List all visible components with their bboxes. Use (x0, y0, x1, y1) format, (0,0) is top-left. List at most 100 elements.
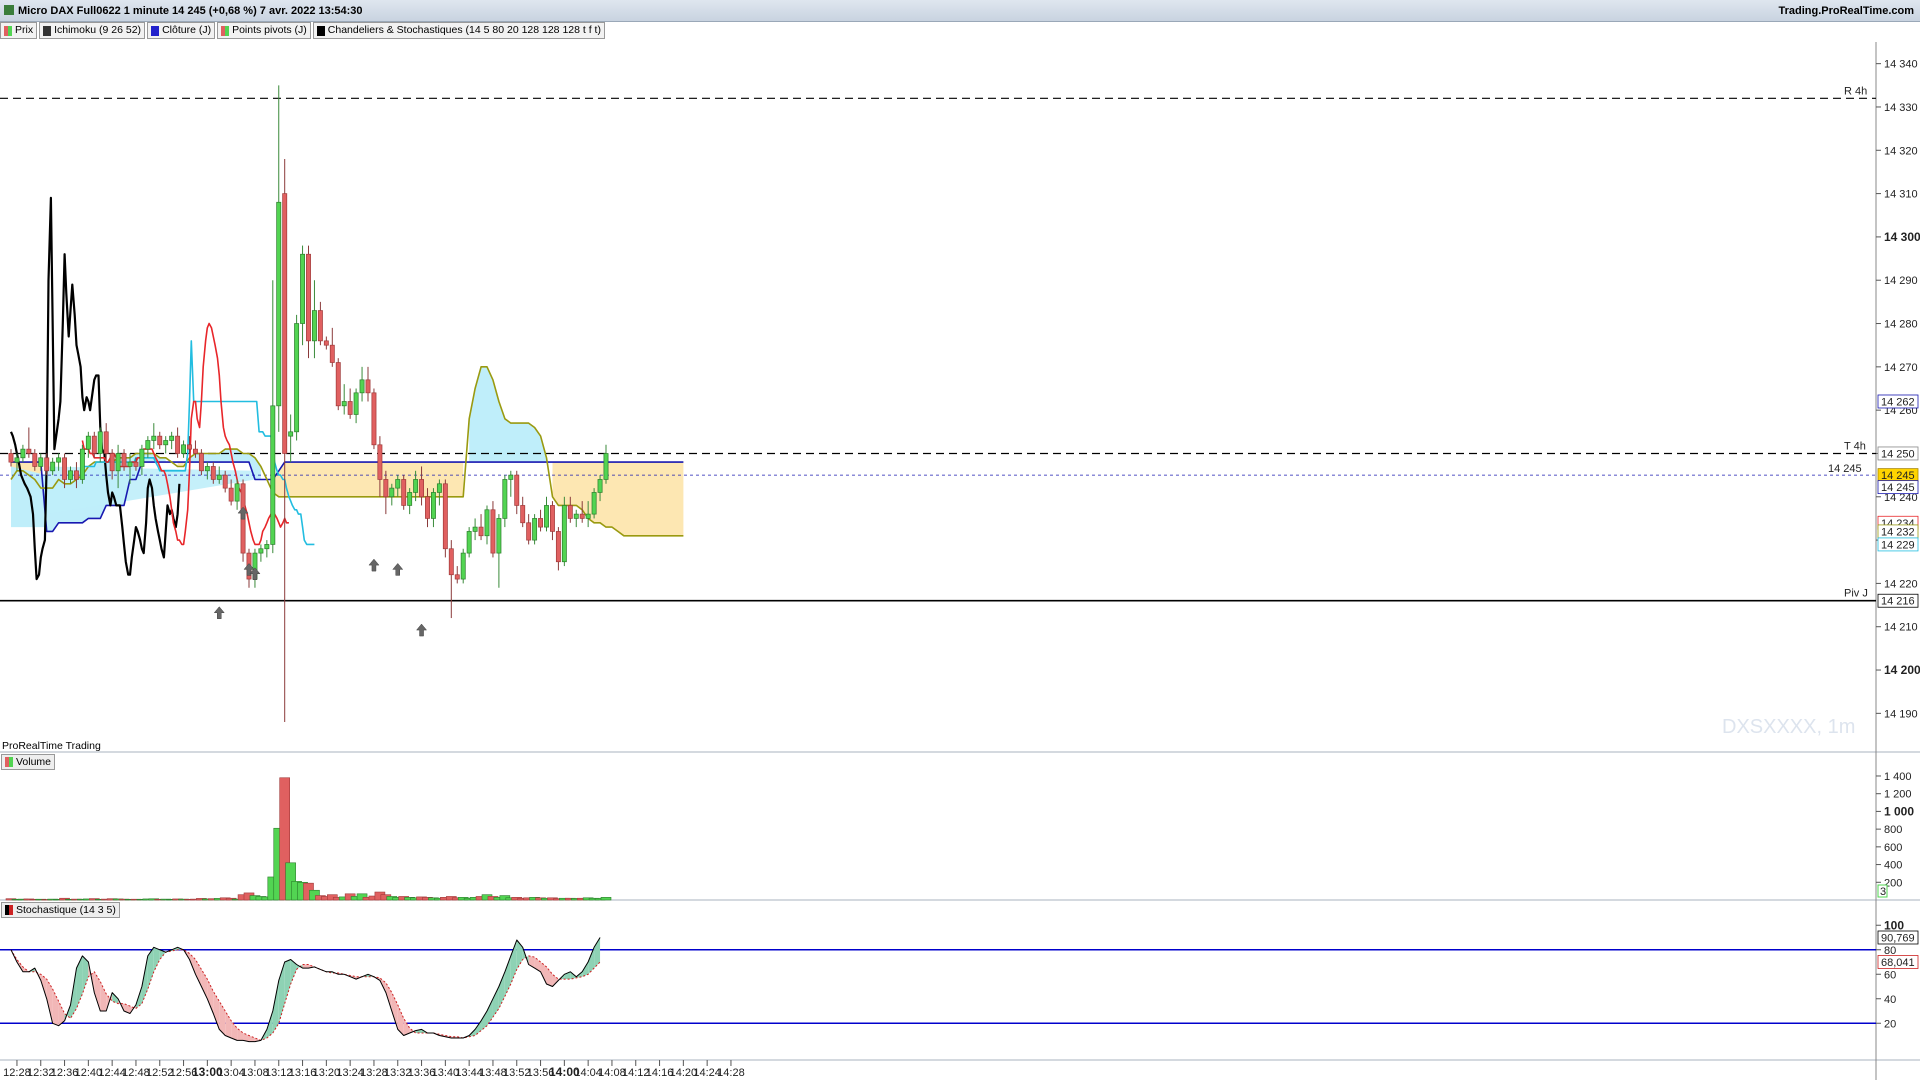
volume-bar (547, 897, 558, 901)
candle-body (359, 379, 365, 394)
candle-body (490, 509, 496, 554)
candle-body (115, 453, 121, 472)
volume-bar (529, 897, 540, 901)
volume-bar (35, 898, 47, 901)
stochastic-fill (540, 962, 547, 985)
candle-body (448, 548, 454, 576)
volume-bar (469, 897, 481, 901)
stochastic-fill (469, 1029, 476, 1037)
legend-chip-ichimoku[interactable]: Ichimoku (9 26 52) (39, 22, 146, 39)
volume-bar (225, 897, 237, 901)
stochastic-fill (284, 959, 291, 1004)
x-tick-label: 12:28 (3, 1067, 31, 1079)
buy-signal-arrow (368, 558, 380, 572)
candle-body (442, 483, 448, 550)
volume-label-text: Volume (16, 756, 52, 768)
stochastic-fill (296, 964, 303, 970)
candle-body (288, 431, 294, 437)
legend-chip-pivots[interactable]: Points pivots (J) (217, 22, 311, 39)
stochastic-fill (516, 939, 523, 970)
y-tick-label: 14 220 (1884, 578, 1918, 590)
x-tick-label: 13:16 (289, 1067, 317, 1079)
volume-bar (196, 898, 207, 901)
stochastic-fill (576, 971, 583, 978)
stochastic-fill (88, 962, 95, 993)
candle-body (538, 518, 544, 528)
volume-bar (243, 892, 255, 901)
candle-body (20, 448, 26, 459)
chart-title-text: Micro DAX Full0622 1 minute 14 245 (+0,6… (18, 5, 363, 17)
stochastic-fill (510, 939, 517, 985)
volume-panel-label[interactable]: Volume (1, 754, 56, 770)
ichimoku-cloud-bull (46, 453, 166, 532)
stochastic-fill (141, 955, 148, 1004)
volume-bar (404, 897, 415, 901)
volume-tick-label: 1 000 (1884, 804, 1914, 818)
stochastic-fill (183, 949, 190, 960)
candle-body (585, 513, 591, 519)
volume-axis-tag-label: 3 (1880, 886, 1886, 898)
stochastic-fill (350, 975, 357, 980)
stochastic-d-line (10, 949, 601, 1041)
candle-body (252, 552, 258, 580)
volume-bar (267, 876, 279, 901)
legend-chip-close[interactable]: Clôture (J) (147, 22, 216, 39)
legend-chip-price[interactable]: Prix (0, 22, 38, 39)
stochastic-fill (40, 974, 47, 999)
x-tick-label: 13:36 (408, 1067, 436, 1079)
volume-bar (237, 894, 249, 901)
volume-bar (410, 897, 421, 901)
candle-body (365, 379, 371, 394)
legend-swatch (316, 25, 325, 36)
y-tick-label: 14 190 (1884, 708, 1918, 720)
level-label: Piv J (1844, 588, 1868, 600)
x-tick-label: 12:40 (75, 1067, 103, 1079)
volume-bar (511, 897, 523, 901)
stochastic-fill (320, 969, 327, 972)
y-tick-label: 14 250 (1884, 448, 1918, 460)
stochastic-fill (302, 964, 309, 969)
stochastic-panel-label[interactable]: Stochastique (14 3 5) (1, 902, 120, 918)
stochastic-fill (385, 982, 392, 1011)
price-axis-tag (1877, 524, 1919, 539)
volume-bar (463, 897, 475, 901)
buy-signal-arrow (237, 506, 249, 520)
candle-body (466, 531, 472, 554)
volume-bar (344, 893, 356, 901)
stochastic-fill (522, 947, 529, 965)
x-tick-label: 14:12 (622, 1067, 650, 1079)
candle-body (91, 435, 97, 454)
candle-body (157, 435, 163, 446)
volume-bar (17, 898, 29, 901)
volume-bar (380, 894, 392, 901)
brand-label[interactable]: Trading.ProRealTime.com (1778, 5, 1914, 17)
y-tick-label: 14 320 (1884, 145, 1918, 157)
candle-body (234, 483, 240, 502)
volume-bar (332, 897, 344, 901)
price-axis-tag-label: 14 229 (1881, 539, 1915, 551)
price-axis-tag (1877, 515, 1919, 530)
candle-body (425, 496, 430, 519)
volume-bar (338, 896, 350, 901)
stochastic-fill (16, 959, 23, 972)
ichimoku-cloud-bull (189, 449, 261, 480)
candle-body (383, 479, 389, 498)
price-axis-tag (1877, 394, 1919, 409)
candle-body (555, 531, 561, 563)
volume-tick-label: 800 (1884, 824, 1902, 836)
price-axis-tag (1877, 593, 1919, 608)
stochastic-fill (594, 937, 601, 969)
stochastic-fill (201, 969, 208, 999)
y-tick-label: 14 310 (1884, 189, 1918, 201)
stochastic-fill (528, 955, 535, 969)
volume-bar (386, 896, 398, 901)
volume-bar (481, 894, 493, 901)
volume-bar (190, 898, 201, 901)
volume-bar (213, 898, 225, 901)
candle-body (549, 505, 555, 532)
volume-bar (422, 897, 433, 901)
chart-canvas[interactable]: 12:2812:3212:3612:4012:4412:4812:5212:56… (0, 0, 1920, 1080)
legend-chip-stoch-candles[interactable]: Chandeliers & Stochastiques (14 5 80 20 … (312, 22, 605, 39)
stochastic-axis-tag (1877, 930, 1919, 945)
stochastic-fill (564, 971, 571, 980)
